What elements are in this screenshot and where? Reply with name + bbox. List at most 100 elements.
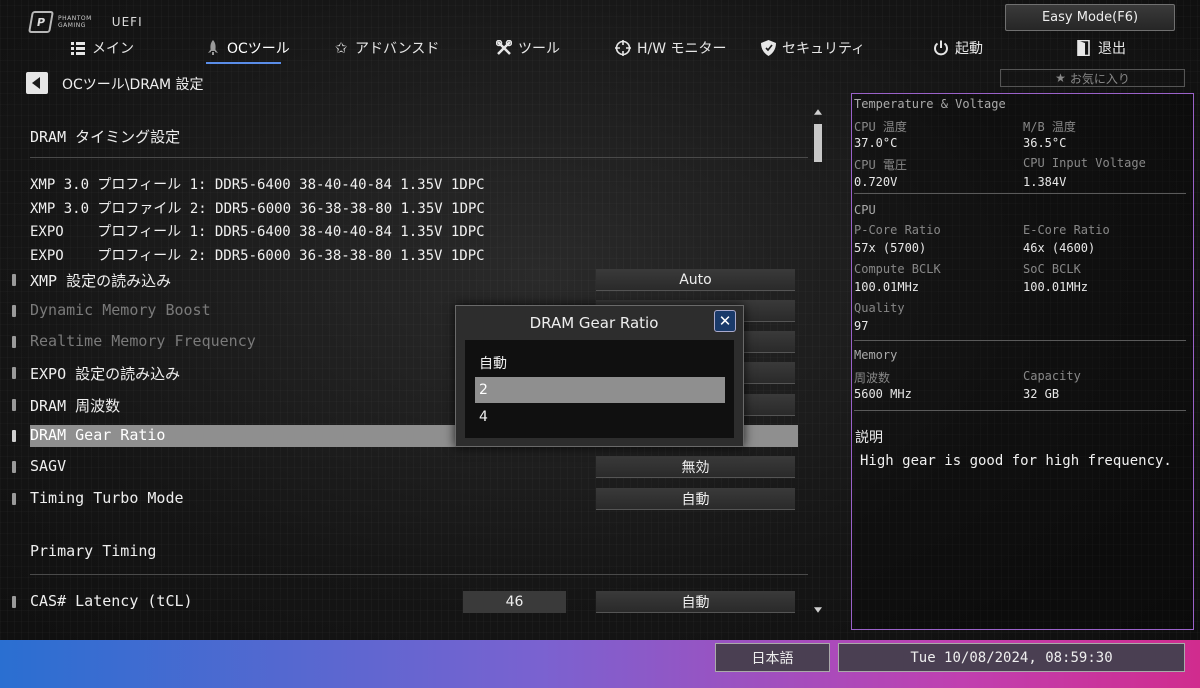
setting-cas-latency[interactable]: CAS# Latency (tCL) 46 自動 [12,591,802,613]
compute-bclk-label: Compute BCLK [854,262,941,276]
profile-info-line: XMP 3.0 プロファイル 2: DDR5-6000 36-38-38-80 … [30,201,485,217]
rocket-icon [205,40,221,56]
panel-divider [854,410,1186,411]
pcore-ratio-value: 57x (5700) [854,241,927,255]
tab-oc-tools[interactable]: OCツール [205,34,290,62]
scroll-up-arrow-icon[interactable] [814,109,822,115]
favorites-button[interactable]: ★ お気に入り [1000,69,1185,87]
setting-label: Timing Turbo Mode [30,489,184,507]
setting-label: Realtime Memory Frequency [30,332,256,350]
close-icon[interactable]: ✕ [714,310,736,332]
temp-voltage-title: Temperature & Voltage [854,97,1006,111]
row-marker [12,461,16,473]
dram-timing-section-title: DRAM タイミング設定 [30,128,181,146]
uefi-label: UEFI [111,15,143,29]
memory-capacity-label: Capacity [1023,369,1081,383]
soc-bclk-label: SoC BCLK [1023,262,1081,276]
list-icon [70,40,86,56]
cpu-temp-value: 37.0°C [854,136,898,150]
tab-security-label: セキュリティ [782,41,866,57]
logo-line2: GAMING [58,22,86,29]
row-marker [12,367,16,379]
tab-tools-label: ツール [518,41,560,57]
cpu-temp-label: CPU 温度 [854,120,907,134]
tab-exit[interactable]: 退出 [1076,34,1126,62]
tab-security[interactable]: セキュリティ [760,34,865,62]
section-divider [30,157,808,158]
setting-value-dropdown[interactable]: 無効 [596,456,795,478]
cpu-voltage-label: CPU 電圧 [854,158,907,172]
pcore-ratio-label: P-Core Ratio [854,223,941,237]
current-value-readout: 46 [463,591,566,613]
dialog-title: DRAM Gear Ratio [529,314,659,332]
mb-temp-value: 36.5°C [1023,136,1067,150]
tab-advanced-label: アドバンスド [355,41,440,57]
setting-label: EXPO 設定の読み込み [30,365,181,383]
compute-bclk-value: 100.01MHz [854,280,920,294]
tab-main-label: メイン [92,41,134,57]
memory-capacity-value: 32 GB [1023,387,1060,401]
back-arrow-icon [32,77,40,89]
setting-value-dropdown[interactable]: 自動 [596,591,795,613]
panel-divider [854,340,1186,341]
profile-info-line: EXPO プロフィール 2: DDR5-6000 36-38-38-80 1.3… [30,248,485,264]
section-divider [30,574,808,575]
favorite-star-icon: ★ [1055,71,1066,85]
cpu-input-voltage-value: 1.384V [1023,175,1067,189]
ecore-ratio-label: E-Core Ratio [1023,223,1110,237]
mb-temp-label: M/B 温度 [1023,120,1076,134]
active-tab-indicator [206,62,281,64]
row-marker [12,596,16,608]
profile-info-line: EXPO プロフィール 1: DDR5-6400 38-40-40-84 1.3… [30,224,485,240]
gear-ratio-dialog: DRAM Gear Ratio ✕ 自動 2 4 [455,305,744,447]
setting-value-dropdown[interactable]: 自動 [596,488,795,510]
tab-exit-label: 退出 [1098,41,1126,57]
quality-value: 97 [854,319,869,333]
description-text: High gear is good for high frequency. [860,453,1172,469]
option-4[interactable]: 4 [475,404,725,430]
setting-value-dropdown[interactable]: Auto [596,269,795,291]
memory-frequency-value: 5600 MHz [854,387,912,401]
breadcrumb: OCツール\DRAM 設定 [62,77,204,93]
quality-label: Quality [854,301,905,315]
scrollbar-thumb[interactable] [814,124,822,162]
cpu-input-voltage-label: CPU Input Voltage [1023,156,1146,170]
setting-label: SAGV [30,457,67,475]
setting-load-xmp[interactable]: XMP 設定の読み込み Auto [12,269,802,291]
setting-sagv[interactable]: SAGV 無効 [12,456,802,478]
ecore-ratio-value: 46x (4600) [1023,241,1096,255]
favorites-label: お気に入り [1069,71,1130,86]
language-button[interactable]: 日本語 [715,643,830,672]
option-list: 自動 2 4 [465,340,734,438]
setting-label: DRAM Gear Ratio [30,426,166,444]
easy-mode-button[interactable]: Easy Mode(F6) [1005,4,1175,31]
option-2[interactable]: 2 [475,377,725,403]
main-nav: メイン OCツール ✩ アドバンスド ツール H/W モニター セキュリティ 起… [0,34,1200,64]
setting-label: CAS# Latency (tCL) [30,592,193,610]
tools-icon [496,40,512,56]
scroll-down-arrow-icon[interactable] [814,607,822,613]
primary-timing-title: Primary Timing [30,542,157,560]
memory-frequency-label: 周波数 [854,371,891,385]
panel-divider [854,193,1186,194]
setting-label: XMP 設定の読み込み [30,272,172,290]
option-auto[interactable]: 自動 [475,350,725,376]
description-title: 説明 [855,430,883,446]
tab-boot[interactable]: 起動 [933,34,983,62]
logo-line1: PHANTOM [58,15,92,22]
row-marker [12,274,16,286]
tab-main[interactable]: メイン [70,34,134,62]
shield-icon [760,40,776,56]
tab-hw-monitor[interactable]: H/W モニター [615,34,727,62]
setting-timing-turbo-mode[interactable]: Timing Turbo Mode 自動 [12,488,802,510]
row-marker [12,305,16,317]
datetime-display: Tue 10/08/2024, 08:59:30 [838,643,1185,672]
tab-boot-label: 起動 [955,41,983,57]
tab-tools[interactable]: ツール [496,34,560,62]
tab-hw-monitor-label: H/W モニター [637,41,727,57]
back-button[interactable] [26,72,48,94]
settings-scrollbar[interactable] [813,108,823,614]
tab-advanced[interactable]: ✩ アドバンスド [333,34,440,62]
soc-bclk-value: 100.01MHz [1023,280,1089,294]
row-marker [12,336,16,348]
